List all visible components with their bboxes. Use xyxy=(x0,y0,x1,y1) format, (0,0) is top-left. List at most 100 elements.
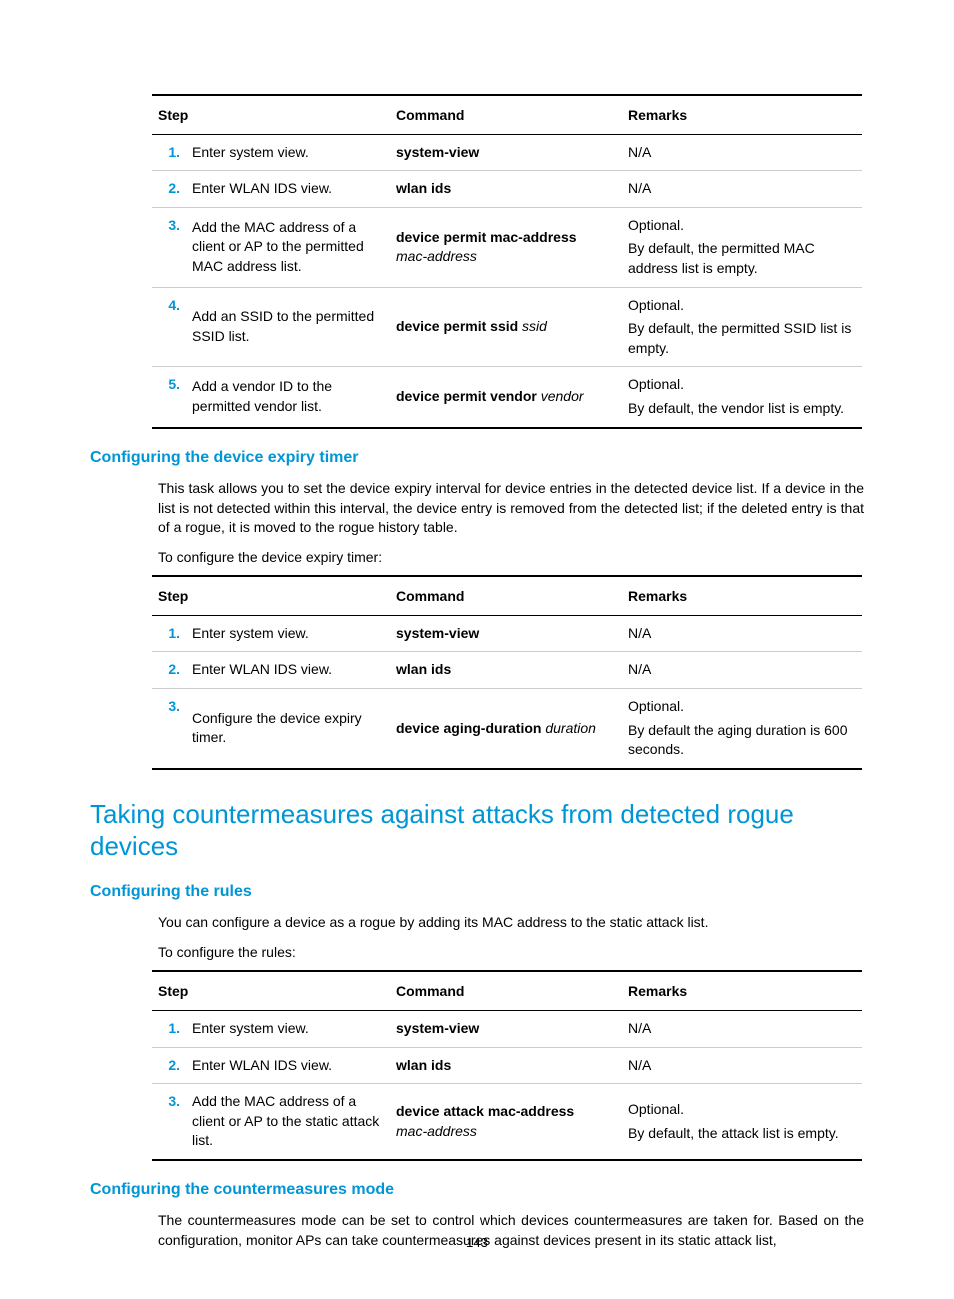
table-row: 2.Enter WLAN IDS view. wlan ids N/A xyxy=(152,652,862,689)
th-remarks: Remarks xyxy=(622,95,862,134)
remarks-cell: N/A xyxy=(622,1047,862,1084)
command-keyword: wlan ids xyxy=(396,661,451,677)
command-argument: mac-address xyxy=(396,1123,477,1139)
command-keyword: system-view xyxy=(396,1020,479,1036)
th-remarks: Remarks xyxy=(622,576,862,615)
step-number: 3. xyxy=(152,689,186,769)
command-cell: system-view xyxy=(390,615,622,652)
step-number: 2. xyxy=(152,652,186,689)
remark-line: N/A xyxy=(628,624,856,644)
remarks-cell: N/A xyxy=(622,1011,862,1048)
remark-line: By default, the attack list is empty. xyxy=(628,1124,856,1144)
table-rules: Step Command Remarks 1.Enter system view… xyxy=(152,970,862,1161)
command-argument: ssid xyxy=(518,318,547,334)
remark-line: Optional. xyxy=(628,296,856,316)
table-row: 3.Configure the device expiry timer.devi… xyxy=(152,689,862,769)
remarks-cell: N/A xyxy=(622,134,862,171)
remark-line: By default, the permitted MAC address li… xyxy=(628,239,856,278)
step-description: Add a vendor ID to the permitted vendor … xyxy=(186,367,390,428)
command-cell: wlan ids xyxy=(390,171,622,208)
step-description: Enter system view. xyxy=(186,615,390,652)
step-description: Add an SSID to the permitted SSID list. xyxy=(186,287,390,367)
command-cell: system-view xyxy=(390,1011,622,1048)
remark-line: By default the aging duration is 600 sec… xyxy=(628,721,856,760)
table-permit-lists: Step Command Remarks 1.Enter system view… xyxy=(152,94,862,429)
heading-device-expiry: Configuring the device expiry timer xyxy=(90,447,864,469)
remark-line: N/A xyxy=(628,179,856,199)
command-cell: device permit ssid ssid xyxy=(390,287,622,367)
step-number: 1. xyxy=(152,1011,186,1048)
table-expiry-timer: Step Command Remarks 1.Enter system view… xyxy=(152,575,862,770)
step-description: Enter WLAN IDS view. xyxy=(186,171,390,208)
command-argument: duration xyxy=(541,720,595,736)
table3-body: 1.Enter system view. system-view N/A2.Ente… xyxy=(152,1011,862,1160)
remarks-cell: Optional. By default, the permitted MAC a… xyxy=(622,207,862,287)
step-description: Add the MAC address of a client or AP to… xyxy=(186,1084,390,1160)
step-description: Add the MAC address of a client or AP to… xyxy=(186,207,390,287)
step-description: Configure the device expiry timer. xyxy=(186,689,390,769)
paragraph-expiry-lead: To configure the device expiry timer: xyxy=(158,548,864,568)
th-step: Step xyxy=(152,95,390,134)
remark-line: Optional. xyxy=(628,1100,856,1120)
remark-line: Optional. xyxy=(628,697,856,717)
remark-line: N/A xyxy=(628,1056,856,1076)
command-keyword: system-view xyxy=(396,625,479,641)
page: Step Command Remarks 1.Enter system view… xyxy=(0,0,954,1299)
command-cell: device permit vendor vendor xyxy=(390,367,622,428)
table-row: 2.Enter WLAN IDS view.wlan idsN/A xyxy=(152,1047,862,1084)
table-row: 3.Add the MAC address of a client or AP … xyxy=(152,1084,862,1160)
remark-line: By default, the permitted SSID list is e… xyxy=(628,319,856,358)
step-number: 1. xyxy=(152,615,186,652)
table1-body: 1.Enter system view.system-viewN/A2.Ente… xyxy=(152,134,862,427)
table-row: 1.Enter system view.system-viewN/A xyxy=(152,134,862,171)
remarks-cell: N/A xyxy=(622,171,862,208)
th-remarks: Remarks xyxy=(622,971,862,1010)
command-argument: vendor xyxy=(537,388,584,404)
remarks-cell: N/A xyxy=(622,615,862,652)
table-row: 3.Add the MAC address of a client or AP … xyxy=(152,207,862,287)
table-row: 1.Enter system view. system-view N/A xyxy=(152,615,862,652)
paragraph-rules-lead: To configure the rules: xyxy=(158,943,864,963)
step-description: Enter WLAN IDS view. xyxy=(186,652,390,689)
table2-body: 1.Enter system view.system-viewN/A2.Ente… xyxy=(152,615,862,768)
heading-countermeasures: Taking countermeasures against attacks f… xyxy=(90,798,864,863)
command-cell: device permit mac-addressmac-address xyxy=(390,207,622,287)
remarks-cell: Optional. By default the aging duration i… xyxy=(622,689,862,769)
command-keyword: device aging-duration xyxy=(396,720,541,736)
step-number: 5. xyxy=(152,367,186,428)
paragraph-rules-desc: You can configure a device as a rogue by… xyxy=(158,913,864,933)
step-description: Enter system view. xyxy=(186,1011,390,1048)
table-row: 4.Add an SSID to the permitted SSID list… xyxy=(152,287,862,367)
command-keyword: system-view xyxy=(396,144,479,160)
command-keyword: wlan ids xyxy=(396,180,451,196)
command-keyword: wlan ids xyxy=(396,1057,451,1073)
table-row: 1.Enter system view. system-view N/A xyxy=(152,1011,862,1048)
remark-line: Optional. xyxy=(628,375,856,395)
th-step: Step xyxy=(152,576,390,615)
remark-line: By default, the vendor list is empty. xyxy=(628,399,856,419)
step-description: Enter system view. xyxy=(186,134,390,171)
remark-line: N/A xyxy=(628,143,856,163)
step-number: 2. xyxy=(152,171,186,208)
table-row: 2.Enter WLAN IDS view. wlan ids N/A xyxy=(152,171,862,208)
remark-line: N/A xyxy=(628,660,856,680)
heading-countermeasures-mode: Configuring the countermeasures mode xyxy=(90,1179,864,1201)
heading-rules: Configuring the rules xyxy=(90,881,864,903)
th-command: Command xyxy=(390,95,622,134)
command-keyword: device permit ssid xyxy=(396,318,518,334)
command-cell: device aging-duration duration xyxy=(390,689,622,769)
command-cell: device attack mac-addressmac-address xyxy=(390,1084,622,1160)
command-cell: wlan ids xyxy=(390,1047,622,1084)
command-cell: system-view xyxy=(390,134,622,171)
remark-line: N/A xyxy=(628,1019,856,1039)
step-number: 2. xyxy=(152,1047,186,1084)
table-row: 5.Add a vendor ID to the permitted vendo… xyxy=(152,367,862,428)
step-number: 4. xyxy=(152,287,186,367)
step-number: 3. xyxy=(152,207,186,287)
th-command: Command xyxy=(390,971,622,1010)
remarks-cell: Optional. By default, the attack list is … xyxy=(622,1084,862,1160)
command-argument: mac-address xyxy=(396,248,477,264)
command-cell: wlan ids xyxy=(390,652,622,689)
command-keyword: device permit vendor xyxy=(396,388,537,404)
remark-line: Optional. xyxy=(628,216,856,236)
